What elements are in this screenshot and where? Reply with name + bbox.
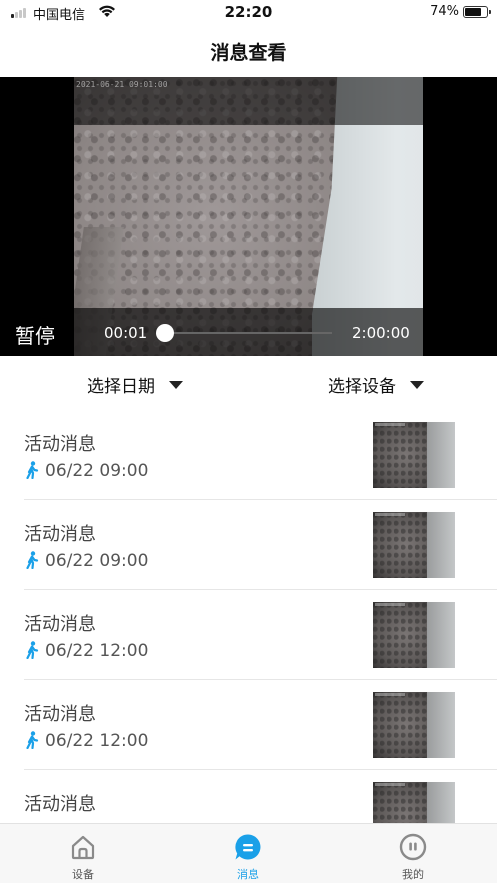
tab-bar: 设备 消息 我的 <box>0 823 497 883</box>
message-item[interactable]: 活动消息 06/22 09:00 <box>0 410 497 500</box>
battery-icon <box>463 6 491 18</box>
tab-mine-label: 我的 <box>402 868 424 881</box>
message-title: 活动消息 <box>24 794 96 815</box>
walking-person-icon <box>26 731 39 750</box>
seek-bar[interactable] <box>164 332 332 334</box>
message-item[interactable]: 活动消息 06/22 12:00 <box>0 680 497 770</box>
caret-down-icon <box>169 381 183 389</box>
video-timestamp: 2021-06-21 09:01:00 <box>76 80 168 89</box>
page-title: 消息查看 <box>210 42 287 64</box>
seek-thumb[interactable] <box>156 324 174 342</box>
caret-down-icon <box>410 381 424 389</box>
select-date-dropdown[interactable]: 选择日期 <box>87 372 183 397</box>
tab-mine[interactable]: 我的 <box>353 824 473 883</box>
tab-messages[interactable]: 消息 <box>188 824 308 883</box>
walking-person-icon <box>26 641 39 660</box>
select-device-label: 选择设备 <box>328 377 396 397</box>
video-top-overlay <box>0 77 497 125</box>
message-title: 活动消息 <box>24 704 96 725</box>
walking-person-icon <box>26 461 39 480</box>
pause-button[interactable]: 暂停 <box>15 320 55 349</box>
battery-level <box>465 8 481 16</box>
message-item[interactable]: 活动消息 06/22 09:00 <box>0 500 497 590</box>
message-title: 活动消息 <box>24 434 96 455</box>
message-time: 06/22 12:00 <box>45 641 149 661</box>
select-device-dropdown[interactable]: 选择设备 <box>328 372 424 397</box>
message-thumbnail[interactable] <box>373 692 455 758</box>
battery-percentage: 74% <box>430 4 459 19</box>
message-thumbnail[interactable] <box>373 512 455 578</box>
message-item[interactable]: 活动消息 06/22 12:00 <box>0 590 497 680</box>
message-icon <box>235 834 261 860</box>
message-time: 06/22 12:00 <box>45 731 149 751</box>
message-time: 06/22 09:00 <box>45 461 149 481</box>
message-time: 06/22 09:00 <box>45 551 149 571</box>
duration: 2:00:00 <box>352 324 410 342</box>
status-bar: 中国电信 22:20 74% <box>0 0 497 26</box>
select-date-label: 选择日期 <box>87 377 155 397</box>
tab-messages-label: 消息 <box>237 868 259 881</box>
home-icon <box>71 835 95 860</box>
message-title: 活动消息 <box>24 524 96 545</box>
profile-icon <box>399 833 427 861</box>
walking-person-icon <box>26 551 39 570</box>
tab-devices-label: 设备 <box>72 868 94 881</box>
message-thumbnail[interactable] <box>373 602 455 668</box>
message-title: 活动消息 <box>24 614 96 635</box>
video-controls: 暂停 00:01 2:00:00 <box>0 308 497 356</box>
status-time: 22:20 <box>224 3 273 21</box>
tab-devices[interactable]: 设备 <box>23 824 143 883</box>
message-thumbnail[interactable] <box>373 422 455 488</box>
current-time: 00:01 <box>104 324 148 342</box>
video-player[interactable]: 2021-06-21 09:01:00 暂停 00:01 2:00:00 <box>0 77 497 356</box>
